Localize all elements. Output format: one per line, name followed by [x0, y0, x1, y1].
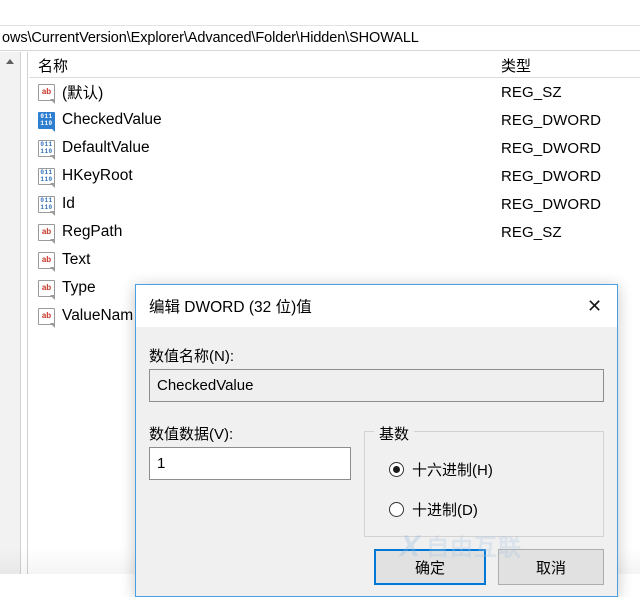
chevron-up-icon	[6, 58, 14, 64]
radio-hexadecimal[interactable]: 十六进制(H)	[389, 459, 493, 480]
row-type-label: REG_SZ	[501, 223, 562, 241]
dword-value-icon: 011 110	[38, 195, 55, 216]
row-name-cell: ab RegPath	[38, 223, 123, 244]
pane-splitter[interactable]	[21, 52, 28, 574]
value-name-input[interactable]: CheckedValue	[149, 369, 604, 402]
value-data-input[interactable]: 1	[149, 447, 351, 480]
row-name-cell: ab ValueNam	[38, 307, 134, 328]
value-name-label: 数值名称(N):	[149, 348, 234, 365]
string-value-icon: ab	[38, 223, 55, 244]
dword-value-icon: 011 110	[38, 139, 55, 160]
row-type-label: REG_DWORD	[501, 167, 602, 185]
row-name-cell: ab Type	[38, 279, 96, 300]
cancel-button[interactable]: 取消	[498, 549, 604, 585]
ok-button[interactable]: 确定	[374, 549, 486, 585]
row-name-cell: 011 110 DefaultValue	[38, 139, 150, 160]
row-name-cell: ab Text	[38, 251, 91, 272]
column-header-type[interactable]: 类型	[501, 55, 531, 76]
row-name-label: ValueNam	[62, 307, 134, 324]
dialog-title-bar[interactable]: 编辑 DWORD (32 位)值 ✕	[136, 285, 617, 327]
dialog-body: 数值名称(N): CheckedValue 数值数据(V): 1 基数 十六进制…	[136, 327, 617, 596]
radix-group-label: 基数	[374, 423, 415, 444]
table-row[interactable]: 011 110 DefaultValue REG_DWORD	[29, 134, 640, 162]
table-row[interactable]: 011 110 CheckedValue REG_DWORD	[29, 106, 640, 134]
table-row[interactable]: ab RegPath REG_SZ	[29, 218, 640, 246]
row-name-label: (默认)	[62, 85, 104, 102]
row-name-label: DefaultValue	[62, 139, 150, 156]
row-type-label: REG_SZ	[501, 83, 562, 101]
radio-decimal-label: 十进制(D)	[412, 502, 478, 519]
dword-value-icon: 011 110	[38, 167, 55, 188]
registry-editor-window: ows\CurrentVersion\Explorer\Advanced\Fol…	[0, 0, 640, 597]
table-row[interactable]: 011 110 Id REG_DWORD	[29, 190, 640, 218]
edit-dword-dialog: 编辑 DWORD (32 位)值 ✕ 数值名称(N): CheckedValue…	[135, 284, 618, 597]
row-type-label: REG_DWORD	[501, 195, 602, 213]
list-header: 名称 类型	[29, 52, 640, 78]
row-name-label: CheckedValue	[62, 111, 162, 128]
table-row[interactable]: ab Text	[29, 246, 640, 274]
row-name-cell: 011 110 CheckedValue	[38, 111, 162, 132]
string-value-icon: ab	[38, 83, 55, 104]
string-value-icon: ab	[38, 279, 55, 300]
dialog-title: 编辑 DWORD (32 位)值	[149, 299, 312, 316]
string-value-icon: ab	[38, 307, 55, 328]
row-name-label: HKeyRoot	[62, 167, 133, 184]
string-value-icon: ab	[38, 251, 55, 272]
dword-value-icon: 011 110	[38, 111, 55, 132]
close-icon[interactable]: ✕	[572, 285, 617, 327]
table-row[interactable]: ab (默认) REG_SZ	[29, 78, 640, 106]
row-name-cell: ab (默认)	[38, 81, 104, 104]
radix-group-box	[364, 431, 604, 537]
registry-path-text: ows\CurrentVersion\Explorer\Advanced\Fol…	[2, 30, 419, 46]
radio-decimal[interactable]: 十进制(D)	[389, 499, 478, 520]
row-name-cell: 011 110 Id	[38, 195, 75, 216]
radio-hexadecimal-label: 十六进制(H)	[412, 462, 493, 479]
value-data-label: 数值数据(V):	[149, 426, 234, 443]
table-row[interactable]: 011 110 HKeyRoot REG_DWORD	[29, 162, 640, 190]
row-name-cell: 011 110 HKeyRoot	[38, 167, 133, 188]
registry-path-bar[interactable]: ows\CurrentVersion\Explorer\Advanced\Fol…	[0, 26, 640, 51]
row-name-label: Id	[62, 195, 75, 212]
radio-unselected-icon	[389, 502, 404, 517]
radio-selected-icon	[389, 462, 404, 477]
window-top-area	[0, 0, 640, 26]
column-header-name[interactable]: 名称	[38, 55, 68, 76]
main-content: 名称 类型 ab (默认) REG_SZ 011 110 CheckedValue	[0, 52, 640, 597]
row-name-label: Text	[62, 251, 91, 268]
tree-pane-scrollbar[interactable]	[0, 52, 21, 574]
row-type-label: REG_DWORD	[501, 139, 602, 157]
scrollbar-up-button[interactable]	[0, 52, 20, 70]
row-type-label: REG_DWORD	[501, 111, 602, 129]
row-name-label: Type	[62, 279, 96, 296]
row-name-label: RegPath	[62, 223, 123, 240]
